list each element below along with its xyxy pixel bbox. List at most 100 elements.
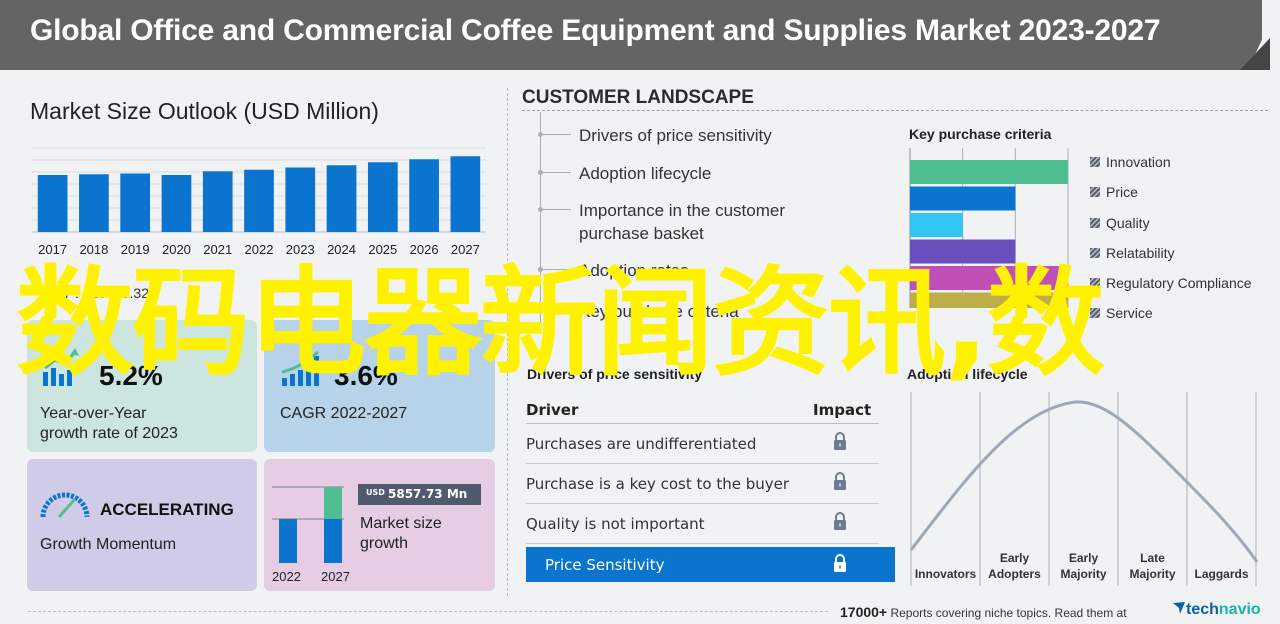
legend-label: Regulatory Compliance (1106, 275, 1252, 292)
bar-2027-base (324, 519, 342, 563)
momentum-status: ACCELERATING (100, 500, 234, 519)
landscape-item-label-cont: purchase basket (579, 224, 704, 243)
brand-part-2: navio (1218, 601, 1261, 618)
table-row: Purchase is a key cost to the buyer (526, 464, 879, 504)
lock-icon[interactable] (833, 554, 847, 572)
growth-amount-badge: USD 5857.73 Mn (358, 484, 481, 505)
bar-2027 (450, 156, 481, 232)
lock-icon[interactable] (833, 472, 847, 490)
price-sensitivity-row[interactable]: Price Sensitivity (526, 547, 895, 582)
bar-relatability (910, 239, 1016, 264)
tree-branch (541, 209, 571, 210)
lock-icon[interactable] (833, 512, 847, 530)
lock-icon[interactable] (833, 432, 847, 450)
tree-branch (541, 310, 571, 311)
x-tick-label: 2026 (410, 242, 439, 257)
legend-swatch (1090, 308, 1100, 319)
table-row: Quality is not important (526, 504, 879, 544)
key-purchase-criteria-chart (909, 148, 1069, 308)
stage-label: Laggards (1194, 567, 1248, 581)
year-2027-label: 2027 (321, 569, 350, 584)
vertical-divider (507, 88, 508, 596)
adoption-curve (909, 400, 1259, 563)
growth-label-1: Market size (360, 515, 442, 532)
legend-label: Relatability (1106, 244, 1175, 261)
legend-swatch (1090, 278, 1100, 289)
driver-label: Quality is not important (526, 515, 705, 533)
currency-label: USD (366, 488, 385, 497)
price-sensitivity-table: Driver Impact Purchases are undifferenti… (526, 398, 896, 582)
key-purchase-criteria-title: Key purchase criteria (909, 126, 1052, 142)
page-title: Global Office and Commercial Coffee Equi… (30, 14, 1161, 47)
x-tick-label: 2019 (121, 242, 150, 257)
legend-label: Price (1106, 184, 1138, 201)
legend-swatch (1090, 217, 1100, 228)
momentum-label: Growth Momentum (40, 536, 177, 553)
growth-chart-icon (43, 348, 79, 386)
price-sensitivity-title: Drivers of price sensitivity (527, 366, 703, 382)
x-tick-label: 2027 (451, 242, 480, 257)
x-tick-label: 2023 (286, 242, 315, 257)
header-fold (1240, 38, 1270, 70)
growth-amount: 5857.73 Mn (388, 487, 468, 501)
market-growth-card: 2022 2027 USD 5857.73 Mn Market size gro… (264, 459, 495, 591)
stage-label: Majority (1129, 567, 1175, 581)
stage-label: Adopters (988, 567, 1041, 581)
bar-2022 (279, 519, 297, 563)
x-tick-label: 2017 (38, 242, 67, 257)
stage-label: Majority (1060, 567, 1106, 581)
price-sensitivity-label: Price Sensitivity (545, 556, 665, 574)
x-tick-label: 2025 (368, 242, 397, 257)
year-2022-label: 2022 (272, 569, 301, 584)
bar-2018 (79, 174, 109, 232)
growth-label-2: growth (360, 535, 409, 552)
title-underline (522, 110, 1268, 111)
table-header: Driver Impact (526, 398, 879, 424)
base-year-value: 2017 : $16483.32 (40, 285, 149, 301)
landscape-item-label: Adoption lifecycle (579, 164, 712, 183)
driver-label: Purchases are undifferentiated (526, 435, 757, 453)
yoy-growth-card: 5.2% Year-over-Year growth rate of 2023 (27, 320, 257, 452)
bar-2019 (120, 173, 151, 232)
cagr-value: 3.6% (334, 360, 398, 391)
stage-label: Early (1000, 551, 1030, 565)
footer-divider (28, 611, 828, 612)
landscape-item-label: Drivers of price sensitivity (579, 126, 772, 145)
bar-regulatory-compliance (910, 266, 1068, 290)
brand-part-1: tech (1186, 601, 1219, 618)
tree-branch (541, 269, 571, 270)
x-tick-label: 2018 (79, 242, 108, 257)
table-row: Purchases are undifferentiated (526, 424, 879, 464)
speedometer-icon (40, 492, 90, 518)
bar-2027-growth (324, 487, 342, 519)
bar-2026 (409, 159, 439, 232)
stage-label: Innovators (915, 567, 977, 581)
market-outlook-title: Market Size Outlook (USD Million) (30, 98, 379, 124)
bar-2021 (202, 171, 233, 232)
bar-2017 (37, 175, 68, 232)
landscape-item-label: Importance in the customer (579, 201, 785, 220)
stage-label: Early (1069, 551, 1099, 565)
customer-landscape-title: CUSTOMER LANDSCAPE (522, 87, 754, 108)
legend-swatch (1090, 157, 1100, 167)
footer-description: Reports covering niche topics. Read them… (887, 606, 1127, 620)
bar-service (910, 292, 1068, 308)
legend-label: Innovation (1106, 154, 1171, 170)
legend-label: Service (1106, 305, 1153, 322)
landscape-item-label: Adoption rates (579, 261, 689, 280)
market-size-bar-chart: 2017 2018 2019 2020 2021 2022 2023 2024 2025 2026… (32, 147, 486, 257)
bar-price (910, 186, 1016, 211)
stage-label: Late (1140, 551, 1165, 565)
adoption-lifecycle-chart: Innovators Early Adopters Early Majority Late… (909, 392, 1259, 586)
tree-branch (541, 172, 571, 173)
driver-label: Purchase is a key cost to the buyer (526, 475, 790, 493)
technavio-logo[interactable]: technavio (1172, 601, 1261, 619)
yoy-value: 5.2% (99, 360, 163, 391)
header-banner: Global Office and Commercial Coffee Equi… (0, 0, 1262, 70)
cagr-card: 3.6% CAGR 2022-2027 (264, 320, 495, 452)
report-count: 17000+ (840, 604, 888, 620)
bar-2024 (326, 165, 357, 232)
yoy-label-1: Year-over-Year (40, 405, 147, 422)
cagr-label: CAGR 2022-2027 (280, 405, 408, 422)
tree-trunk (540, 112, 541, 327)
